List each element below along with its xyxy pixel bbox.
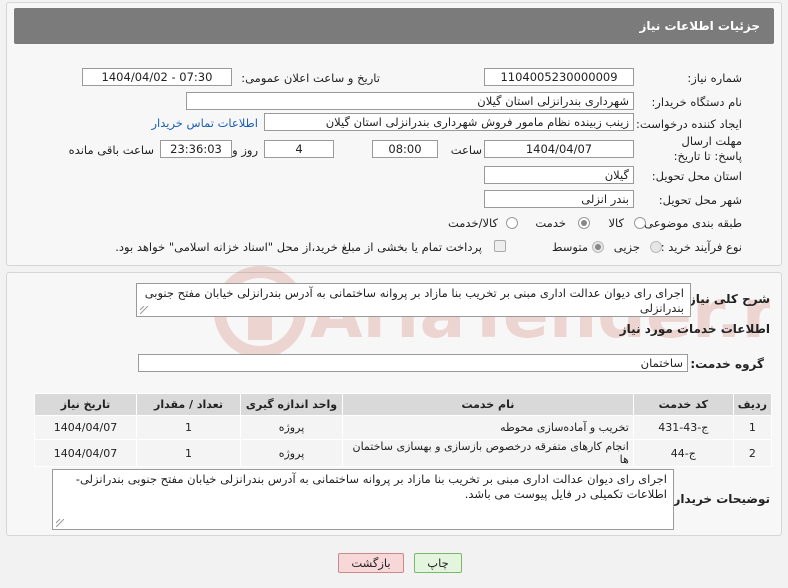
deadline-time-field[interactable]: 08:00 <box>372 140 438 158</box>
need-number-field[interactable]: 1104005230000009 <box>484 68 634 86</box>
category-radio-goods-service[interactable] <box>506 217 518 229</box>
delivery-province-field[interactable]: گیلان <box>484 166 634 184</box>
description-text: اجرای رای دیوان عدالت اداری مبنی بر تخری… <box>144 286 684 315</box>
announce-datetime-field[interactable]: 1404/04/02 - 07:30 <box>82 68 232 86</box>
service-group-label: گروه خدمت: <box>690 357 764 371</box>
resize-handle-icon[interactable] <box>56 519 64 527</box>
delivery-city-field[interactable]: بندر انزلی <box>484 190 634 208</box>
description-textarea[interactable]: اجرای رای دیوان عدالت اداری مبنی بر تخری… <box>136 283 691 317</box>
cell-row-number: 2 <box>732 439 773 467</box>
category-radio-service[interactable] <box>578 217 590 229</box>
table-row: 1 ج-43-431 تخریب و آماده‌سازی محوطه پروژ… <box>34 415 773 440</box>
category-option-goods: کالا <box>608 216 624 230</box>
cell-quantity: 1 <box>136 439 241 467</box>
cell-unit: پروژه <box>240 439 343 467</box>
description-label: شرح کلی نیاز: <box>684 292 770 306</box>
col-need-date: تاریخ نیاز <box>34 393 137 416</box>
remaining-time-label: ساعت باقی مانده <box>68 143 154 157</box>
remaining-time-field[interactable]: 23:36:03 <box>160 140 232 158</box>
col-row-number: ردیف <box>732 393 773 416</box>
cell-need-date: 1404/04/07 <box>34 439 137 467</box>
cell-service-code: ج-44 <box>632 439 734 467</box>
services-table: ردیف کد خدمت نام خدمت واحد اندازه گیری ت… <box>34 393 773 467</box>
page-header: جزئیات اطلاعات نیاز <box>14 8 774 44</box>
treasury-payment-note: پرداخت تمام یا بخشی از مبلغ خرید،از محل … <box>115 240 482 254</box>
delivery-city-label: شهر محل تحویل: <box>658 193 742 207</box>
cell-service-name: تخریب و آماده‌سازی محوطه <box>342 415 634 440</box>
purchase-option-minor: جزیی <box>613 240 640 254</box>
requester-field[interactable]: زینب زبینده نظام مامور فروش شهرداری بندر… <box>264 113 634 131</box>
buyer-org-field[interactable]: شهرداری بندرانزلی استان گیلان <box>186 92 634 110</box>
deadline-time-label: ساعت <box>450 143 482 157</box>
cell-service-code: ج-43-431 <box>632 415 734 440</box>
cell-unit: پروژه <box>240 415 343 440</box>
buyer-notes-textarea[interactable]: اجرای رای دیوان عدالت اداری مبنی بر تخری… <box>52 469 674 530</box>
delivery-province-label: استان محل تحویل: <box>651 169 742 183</box>
announce-datetime-label: تاریخ و ساعت اعلان عمومی: <box>241 71 380 85</box>
print-button[interactable]: چاپ <box>414 553 462 573</box>
cell-row-number: 1 <box>732 415 773 440</box>
purchase-radio-medium[interactable] <box>592 241 604 253</box>
table-row: 2 ج-44 انجام کارهای متفرقه درخصوص بازساز… <box>34 439 773 467</box>
buyer-org-label: نام دستگاه خریدار: <box>651 95 742 109</box>
col-quantity: تعداد / مقدار <box>136 393 241 416</box>
deadline-label: مهلت ارسال پاسخ: تا تاریخ: <box>673 134 742 163</box>
cell-service-name: انجام کارهای متفرقه درخصوص بازسازی و بهس… <box>342 439 634 467</box>
cell-quantity: 1 <box>136 415 241 440</box>
deadline-date-field[interactable]: 1404/04/07 <box>484 140 634 158</box>
purchase-radio-minor[interactable] <box>650 241 662 253</box>
buyer-contact-link[interactable]: اطلاعات تماس خریدار <box>151 116 258 130</box>
treasury-payment-checkbox[interactable] <box>494 240 506 252</box>
table-header-row: ردیف کد خدمت نام خدمت واحد اندازه گیری ت… <box>34 393 773 416</box>
col-service-name: نام خدمت <box>342 393 634 416</box>
resize-handle-icon[interactable] <box>140 306 148 314</box>
service-group-field[interactable]: ساختمان <box>138 354 688 372</box>
col-service-code: کد خدمت <box>632 393 734 416</box>
purchase-option-medium: متوسط <box>551 240 588 254</box>
days-label: روز و <box>232 143 258 157</box>
requester-label: ایجاد کننده درخواست: <box>636 117 742 131</box>
category-option-goods-service: کالا/خدمت <box>447 216 498 230</box>
col-unit: واحد اندازه گیری <box>240 393 343 416</box>
category-option-service: خدمت <box>535 216 566 230</box>
services-section-title: اطلاعات خدمات مورد نیاز <box>619 322 770 336</box>
back-button[interactable]: بازگشت <box>338 553 404 573</box>
buyer-notes-text: اجرای رای دیوان عدالت اداری مبنی بر تخری… <box>75 472 667 501</box>
category-label: طبقه بندی موضوعی: <box>640 216 742 230</box>
cell-need-date: 1404/04/07 <box>34 415 137 440</box>
purchase-type-label: نوع فرآیند خرید : <box>660 240 742 254</box>
need-number-label: شماره نیاز: <box>687 71 742 85</box>
buyer-notes-label: توضیحات خریدار: <box>668 492 770 506</box>
page-title: جزئیات اطلاعات نیاز <box>639 19 760 33</box>
days-remaining-field[interactable]: 4 <box>264 140 334 158</box>
category-radio-goods[interactable] <box>634 217 646 229</box>
